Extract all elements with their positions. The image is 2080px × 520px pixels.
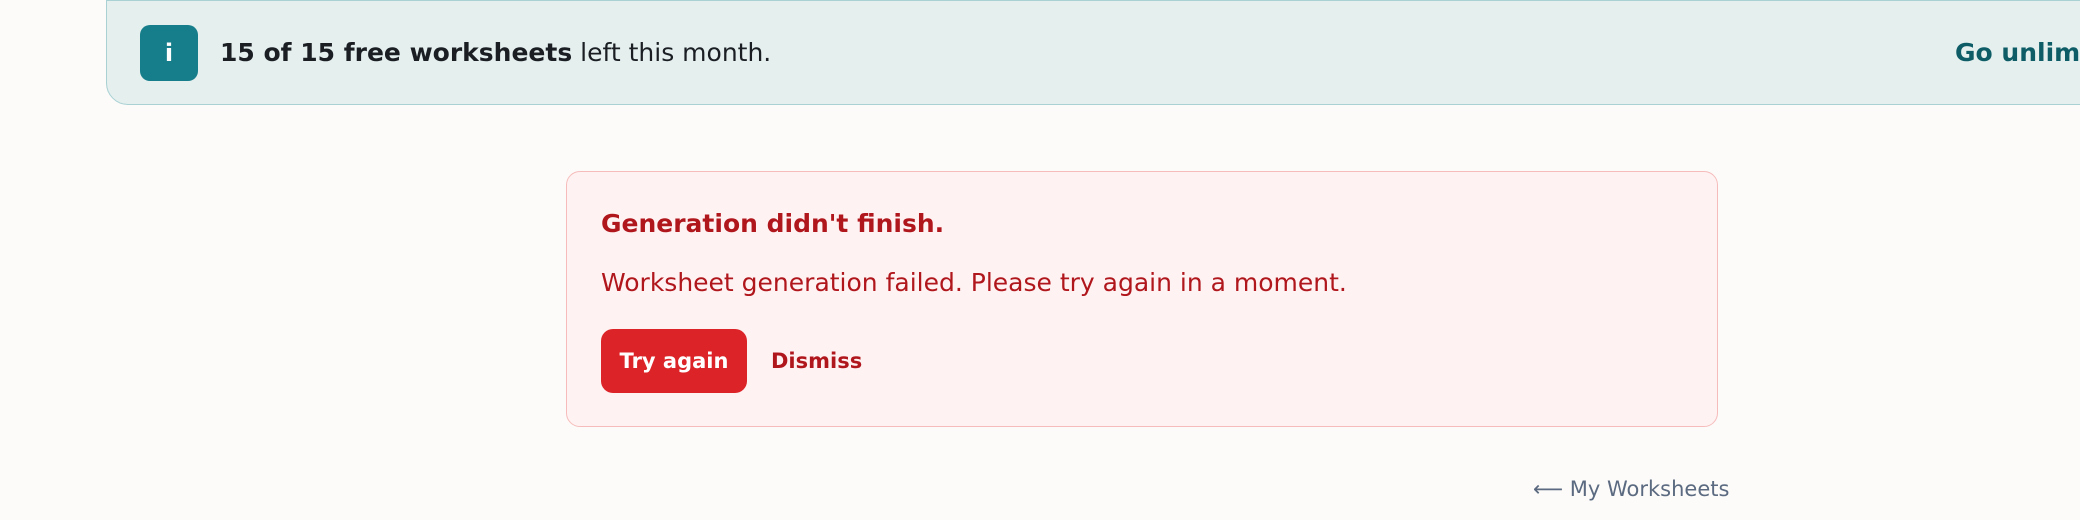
info-icon: i [140,25,198,81]
error-message: Worksheet generation failed. Please try … [601,268,1347,297]
usage-banner-text: 15 of 15 free worksheets left this month… [220,38,771,68]
error-title: Generation didn't finish. [601,209,945,238]
page: i 15 of 15 free worksheets left this mon… [0,0,2080,520]
worksheet-count: 15 of 15 free worksheets [220,38,573,67]
my-worksheets-link[interactable]: ⟵ My Worksheets [1533,475,1729,503]
error-card: Generation didn't finish. Worksheet gene… [566,171,1718,427]
go-unlimited-link[interactable]: Go unlimited [1955,38,2080,68]
usage-banner-suffix: left this month. [572,38,772,67]
dismiss-button[interactable]: Dismiss [771,347,862,375]
usage-banner: i 15 of 15 free worksheets left this mon… [106,0,2080,105]
try-again-button[interactable]: Try again [601,329,747,393]
